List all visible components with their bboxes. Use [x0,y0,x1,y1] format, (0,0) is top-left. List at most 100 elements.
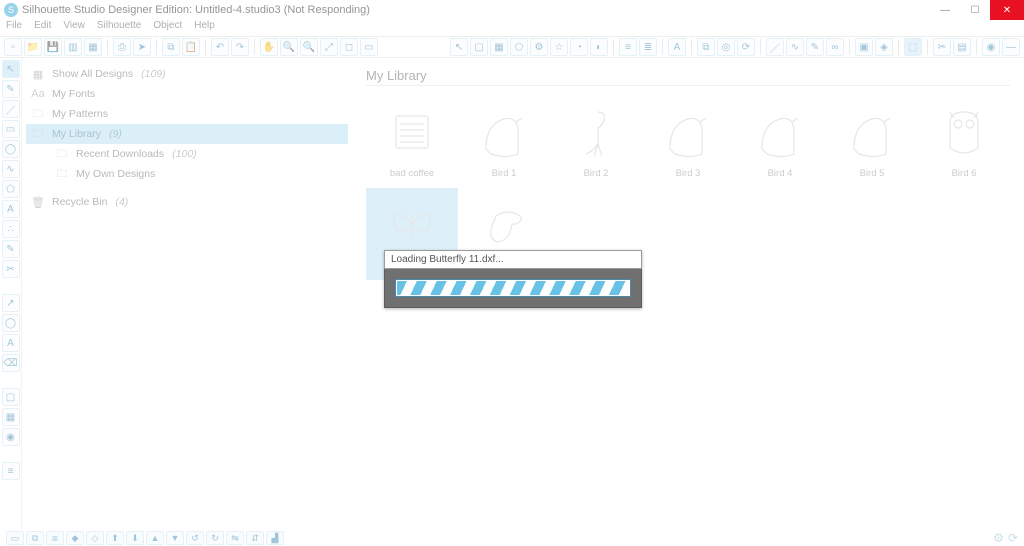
tbr-send3[interactable]: ▤ [953,38,971,56]
tree-recent-downloads[interactable]: 🗀Recent Downloads(100) [26,144,348,164]
sb-comp[interactable]: ◆ [66,531,84,545]
minimize-button[interactable]: — [930,0,960,20]
tbl-paste[interactable]: 📋 [182,38,200,56]
sb-front[interactable]: ⬆ [106,531,124,545]
tbl-open[interactable]: 📁 [24,38,42,56]
refresh-icon[interactable]: ⟳ [1008,531,1018,545]
tree-my-fonts[interactable]: AaMy Fonts [26,84,348,104]
vtool-text[interactable]: A [2,200,20,218]
sb-group[interactable]: ⧉ [26,531,44,545]
tbl-send[interactable]: ➤ [133,38,151,56]
menu-help[interactable]: Help [194,20,215,36]
menu-view[interactable]: View [63,20,85,36]
sb-back[interactable]: ⬇ [126,531,144,545]
tbl-zoomfit[interactable]: ⤢ [320,38,338,56]
tbr-fill[interactable]: ◉ [982,38,1000,56]
sb-rotl[interactable]: ↺ [186,531,204,545]
vtool-oval[interactable]: ◯ [2,140,20,158]
vtool-line[interactable]: ／ [2,100,20,118]
vtool-poly[interactable]: ⬠ [2,180,20,198]
tbl-zoomarea[interactable]: ▭ [360,38,378,56]
tbr-pixscan[interactable]: ▣ [855,38,873,56]
thumb-bird-4[interactable]: Bird 4 [734,96,826,188]
sb-fwd[interactable]: ▲ [146,531,164,545]
tbr-cut[interactable]: ✂ [933,38,951,56]
vtool-edit[interactable]: ✎ [2,80,20,98]
tree-my-own-designs[interactable]: 🗀My Own Designs [26,164,348,184]
menu-object[interactable]: Object [153,20,182,36]
vtool-grid[interactable]: ▦ [2,408,20,426]
menu-edit[interactable]: Edit [34,20,51,36]
tbl-undo[interactable]: ↶ [211,38,229,56]
tbr-page[interactable]: ▢ [470,38,488,56]
tbl-new[interactable]: ▫ [4,38,22,56]
thumb-bird-6[interactable]: Bird 6 [918,96,1010,188]
close-button[interactable]: ✕ [990,0,1024,20]
sb-flipv[interactable]: ⇵ [246,531,264,545]
tbr-replicate[interactable]: ⧉ [697,38,715,56]
tree-my-patterns[interactable]: 🗀My Patterns [26,104,348,124]
sb-fliph[interactable]: ⇋ [226,531,244,545]
menu-silhouette[interactable]: Silhouette [97,20,141,36]
tbr-grid[interactable]: ▦ [490,38,508,56]
thumb-bird-2[interactable]: Bird 2 [550,96,642,188]
tbr-line2[interactable]: — [1002,38,1020,56]
tbr-text[interactable]: A [668,38,686,56]
tbl-save[interactable]: 💾 [44,38,62,56]
tree-recycle-bin[interactable]: 🗑Recycle Bin(4) [26,192,348,212]
sb-ungroup[interactable]: ⧈ [46,531,64,545]
vtool-circ[interactable]: ◯ [2,314,20,332]
tbl-redo[interactable]: ↷ [231,38,249,56]
tree-show-all-designs[interactable]: ▦Show All Designs(109) [26,64,348,84]
tbl-zoomout[interactable]: 🔍 [300,38,318,56]
vtool-draw[interactable]: ✎ [2,240,20,258]
tbr-pentagon[interactable]: ⬠ [510,38,528,56]
tbr-sketch[interactable]: ∿ [786,38,804,56]
tbr-select[interactable]: ⬚ [904,38,922,56]
vtool-knife[interactable]: ✂ [2,260,20,278]
vtool-rect[interactable]: ▭ [2,120,20,138]
menu-file[interactable]: File [6,20,22,36]
thumb-bad-coffee[interactable]: bad coffee [366,96,458,188]
vtool-page[interactable]: ▢ [2,388,20,406]
tbr-offset[interactable]: ◎ [717,38,735,56]
thumb-bird-1[interactable]: Bird 1 [458,96,550,188]
vtool-curve[interactable]: ∿ [2,160,20,178]
tree-my-library[interactable]: 🗀My Library(9) [26,124,348,144]
tbr-star[interactable]: ☆ [550,38,568,56]
tbl-zoomin[interactable]: 🔍 [280,38,298,56]
vtool-spray[interactable]: ∴ [2,220,20,238]
sb-mirror[interactable]: ▟ [266,531,284,545]
sb-release[interactable]: ◇ [86,531,104,545]
tbl-lib[interactable]: ▥ [64,38,82,56]
tbr-modify[interactable]: ✎ [806,38,824,56]
sb-bkwd[interactable]: ▼ [166,531,184,545]
vtool-globe[interactable]: ◉ [2,428,20,446]
tbr-align2[interactable]: ≣ [639,38,657,56]
tbl-store[interactable]: ▦ [84,38,102,56]
tbr-weld[interactable]: ∞ [826,38,844,56]
maximize-button[interactable]: ☐ [960,0,990,20]
tbr-gear[interactable]: ⚙ [530,38,548,56]
tbr-trace[interactable]: ◐ [590,38,608,56]
thumb-bird-5[interactable]: Bird 5 [826,96,918,188]
tbr-send2[interactable]: ◔ [570,38,588,56]
tbr-align1[interactable]: ≡ [619,38,637,56]
tbl-print[interactable]: ⎙ [113,38,131,56]
tbl-zoomsel[interactable]: ◻ [340,38,358,56]
tbl-hand[interactable]: ✋ [260,38,278,56]
settings-icon[interactable]: ⚙ [993,531,1004,545]
vtool-font[interactable]: A [2,334,20,352]
vtool-arrow[interactable]: ↗ [2,294,20,312]
vtool-layers[interactable]: ≡ [2,462,20,480]
sb-rotr[interactable]: ↻ [206,531,224,545]
vtool-erase[interactable]: ⌫ [2,354,20,372]
sb-sel[interactable]: ▭ [6,531,24,545]
tbr-rhinestone[interactable]: ◈ [875,38,893,56]
tbl-copy[interactable]: ⧉ [162,38,180,56]
tbr-line[interactable]: ／ [766,38,784,56]
tbr-cursor[interactable]: ↖ [450,38,468,56]
thumb-bird-3[interactable]: Bird 3 [642,96,734,188]
vtool-sel[interactable]: ↖ [2,60,20,78]
tbr-rotate[interactable]: ⟳ [737,38,755,56]
